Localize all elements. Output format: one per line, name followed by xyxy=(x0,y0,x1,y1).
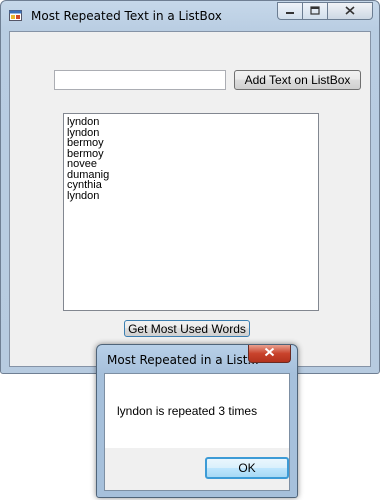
close-button[interactable] xyxy=(327,2,373,20)
ok-button-label: OK xyxy=(238,461,256,475)
close-icon xyxy=(345,5,355,18)
add-text-button-label: Add Text on ListBox xyxy=(244,73,351,87)
list-item[interactable]: bermoy xyxy=(67,148,318,160)
text-input[interactable] xyxy=(54,70,226,90)
app-icon[interactable] xyxy=(9,9,23,23)
ok-button[interactable]: OK xyxy=(205,457,289,479)
list-item[interactable]: lyndon xyxy=(67,117,318,128)
list-item[interactable]: bermoy xyxy=(67,138,318,149)
get-most-used-words-button[interactable]: Get Most Used Words xyxy=(124,320,250,337)
list-item[interactable]: novee xyxy=(67,159,318,170)
maximize-icon xyxy=(310,5,320,18)
minimize-button[interactable] xyxy=(277,2,303,20)
caption-buttons xyxy=(277,2,373,20)
list-item[interactable]: lyndon xyxy=(67,127,318,139)
main-window-titlebar[interactable]: Most Repeated Text in a ListBox xyxy=(1,1,379,31)
dialog-message: lyndon is repeated 3 times xyxy=(117,404,258,418)
dialog-client-area: lyndon is repeated 3 times OK xyxy=(104,373,290,491)
main-window-client-area: Add Text on ListBox lyndon lyndon bermoy… xyxy=(9,31,371,367)
minimize-icon xyxy=(285,5,295,18)
close-icon xyxy=(264,347,275,360)
list-item[interactable]: dumanig xyxy=(67,169,318,181)
window-title: Most Repeated Text in a ListBox xyxy=(31,9,222,23)
list-item[interactable]: lyndon xyxy=(67,190,318,202)
dialog-close-button[interactable] xyxy=(248,345,291,363)
message-dialog: Most Repeated in a List... lyndon is rep… xyxy=(96,344,298,498)
add-text-button[interactable]: Add Text on ListBox xyxy=(234,70,361,90)
maximize-button[interactable] xyxy=(302,2,328,20)
list-item[interactable]: cynthia xyxy=(67,180,318,191)
get-most-used-words-label: Get Most Used Words xyxy=(128,321,246,336)
main-window: Most Repeated Text in a ListBox Add Text… xyxy=(0,0,380,374)
dialog-title: Most Repeated in a List... xyxy=(107,353,259,367)
listbox[interactable]: lyndon lyndon bermoy bermoy novee dumani… xyxy=(63,113,319,311)
